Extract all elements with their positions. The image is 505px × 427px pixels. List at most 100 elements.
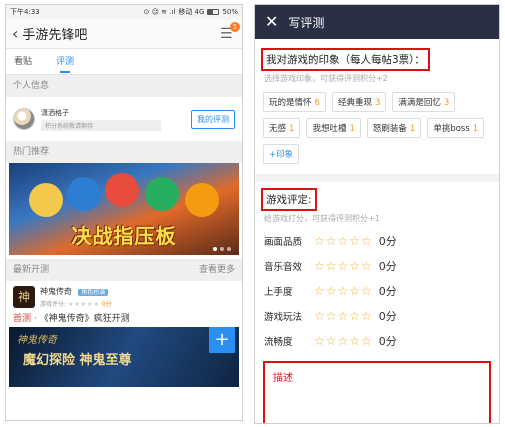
status-time: 下午4:33 — [10, 8, 40, 16]
status-indicators: ⊙ ☺ ≋ .ıl 移动 4G 50% — [144, 7, 239, 17]
promo-first-label: 首测 — [13, 314, 32, 324]
view-more-link[interactable]: 查看更多 — [199, 259, 235, 281]
rating-hint: 给游戏打分，可获得评测积分+1 — [264, 214, 380, 223]
game-score: 0分 — [101, 301, 112, 308]
tag-label: 无感 — [269, 124, 287, 134]
art-logo-text: 神鬼传奇 — [17, 335, 57, 346]
rating-score: 0分 — [378, 234, 397, 248]
impression-tag[interactable]: 经典重现 3 — [331, 92, 387, 112]
forum-screen: 下午4:33 ⊙ ☺ ≋ .ıl 移动 4G 50% ‹ 手游先锋吧 ☰ 1 看… — [5, 4, 243, 421]
notification-badge: 1 — [230, 21, 240, 32]
tag-label: 玩的是情怀 — [269, 98, 312, 108]
impression-tag[interactable]: 单挑boss 1 — [427, 118, 485, 138]
close-icon[interactable]: ✕ — [265, 14, 278, 30]
tag-label: 满满是回忆 — [398, 98, 441, 108]
tag-label: 单挑boss — [433, 124, 470, 134]
tag-label: 怒刷装备 — [372, 124, 407, 134]
rating-label: 音乐音效 — [264, 261, 303, 273]
review-header: ✕ 写评测 — [255, 5, 499, 39]
menu-button[interactable]: ☰ 1 — [220, 21, 240, 41]
banner-character — [67, 177, 101, 211]
rating-score: 0分 — [378, 259, 397, 273]
description-label: 描述 — [273, 373, 293, 384]
section-divider — [255, 174, 499, 182]
add-button[interactable]: + — [209, 327, 235, 353]
rating-row-smoothness: 流畅度 ☆☆☆☆☆ 0分 — [255, 328, 499, 353]
rating-label: 上手度 — [264, 286, 293, 298]
latest-header: 最新开测 查看更多 — [6, 259, 242, 281]
tag-count: 1 — [409, 124, 416, 134]
game-item[interactable]: 神 神鬼传奇 角色扮演 游戏评分: ★★★★★ 0分 — [6, 281, 242, 308]
star-rating: ★★★★★ — [67, 301, 100, 308]
tab-posts[interactable]: 看贴 — [14, 49, 32, 75]
personal-info-header: 个人信息 — [6, 75, 242, 97]
hot-header: 热门推荐 — [6, 141, 242, 163]
username: 潇洒格子 — [41, 108, 69, 117]
game-name: 神鬼传奇 — [40, 287, 72, 296]
rating-score: 0分 — [378, 284, 397, 298]
rating-label: 画面品质 — [264, 236, 303, 248]
star-rating-input[interactable]: ☆☆☆☆☆ — [314, 309, 373, 323]
score-label: 游戏评分: — [40, 301, 67, 308]
star-rating-input[interactable]: ☆☆☆☆☆ — [314, 284, 373, 298]
avatar — [13, 108, 35, 130]
banner-character — [145, 177, 179, 211]
banner-character — [105, 173, 139, 207]
my-review-button[interactable]: 我的评测 — [191, 109, 235, 129]
hot-banner[interactable]: 决战指压板 — [9, 163, 239, 255]
impression-tag[interactable]: 我想吐槽 1 — [306, 118, 361, 138]
rating-title: 游戏评定: — [261, 188, 317, 211]
rating-score: 0分 — [378, 309, 397, 323]
rating-row-ease: 上手度 ☆☆☆☆☆ 0分 — [255, 278, 499, 303]
tab-bar: 看贴 评测 — [6, 49, 242, 75]
tag-count: 1 — [289, 124, 295, 134]
battery-label: 50% — [222, 8, 238, 16]
user-row: 潇洒格子 积分系统敬请期待 我的评测 — [6, 97, 242, 141]
description-input[interactable]: 描述 — [263, 361, 491, 423]
impression-tag[interactable]: 玩的是情怀 6 — [263, 92, 326, 112]
banner-character — [29, 183, 63, 217]
add-impression-button[interactable]: +印象 — [263, 144, 300, 164]
game-info: 神鬼传奇 角色扮演 游戏评分: ★★★★★ 0分 — [40, 286, 112, 308]
tag-count: 1 — [349, 124, 355, 134]
tag-label: 我想吐槽 — [312, 124, 347, 134]
pager-dot — [227, 247, 231, 251]
impression-title: 我对游戏的印象（每人每帖3票）： — [261, 48, 430, 71]
impression-tag[interactable]: 无感 1 — [263, 118, 301, 138]
game-score-row: 游戏评分: ★★★★★ 0分 — [40, 299, 112, 308]
star-rating-input[interactable]: ☆☆☆☆☆ — [314, 259, 373, 273]
tag-count: 1 — [472, 124, 479, 134]
nav-left: ‹ 手游先锋吧 — [12, 24, 87, 43]
status-icons: ⊙ ☺ ≋ .ıl — [143, 8, 176, 16]
user-info: 潇洒格子 积分系统敬请期待 — [41, 108, 185, 131]
nav-bar: ‹ 手游先锋吧 ☰ 1 — [6, 19, 242, 49]
points-hint: 积分系统敬请期待 — [41, 119, 161, 131]
write-review-screen: ✕ 写评测 我对游戏的印象（每人每帖3票）： 选择游戏印象，可获得评测积分+2 … — [254, 4, 500, 424]
promo-line[interactable]: 首测 · 《神鬼传奇》疯狂开测 — [6, 308, 242, 327]
tab-reviews[interactable]: 评测 — [56, 49, 74, 75]
rating-row-gameplay: 游戏玩法 ☆☆☆☆☆ 0分 — [255, 303, 499, 328]
hot-title: 热门推荐 — [13, 147, 50, 157]
tag-count: 6 — [314, 98, 320, 108]
banner-pager — [213, 247, 231, 251]
promo-dot: · — [33, 314, 37, 324]
game-icon: 神 — [13, 286, 35, 308]
tag-count: 3 — [443, 98, 450, 108]
rating-label: 游戏玩法 — [264, 311, 303, 323]
art-slogan-text: 魔幻探险 神鬼至尊 — [23, 353, 132, 368]
impression-tag[interactable]: 满满是回忆 3 — [392, 92, 456, 112]
promo-text: 《神鬼传奇》疯狂开测 — [39, 314, 130, 324]
game-art[interactable]: 神鬼传奇 魔幻探险 神鬼至尊 + — [9, 327, 239, 387]
personal-info-title: 个人信息 — [13, 81, 50, 91]
back-icon[interactable]: ‹ — [12, 25, 18, 42]
star-rating-input[interactable]: ☆☆☆☆☆ — [314, 234, 373, 248]
banner-title: 决战指压板 — [71, 224, 177, 248]
battery-icon — [207, 9, 220, 15]
pager-dot — [213, 247, 217, 251]
status-bar: 下午4:33 ⊙ ☺ ≋ .ıl 移动 4G 50% — [6, 5, 242, 19]
tag-label: 经典重现 — [337, 98, 372, 108]
impression-tag[interactable]: 怒刷装备 1 — [366, 118, 422, 138]
star-rating-input[interactable]: ☆☆☆☆☆ — [314, 334, 373, 348]
tag-count: 3 — [374, 98, 381, 108]
review-title: 写评测 — [288, 15, 325, 30]
